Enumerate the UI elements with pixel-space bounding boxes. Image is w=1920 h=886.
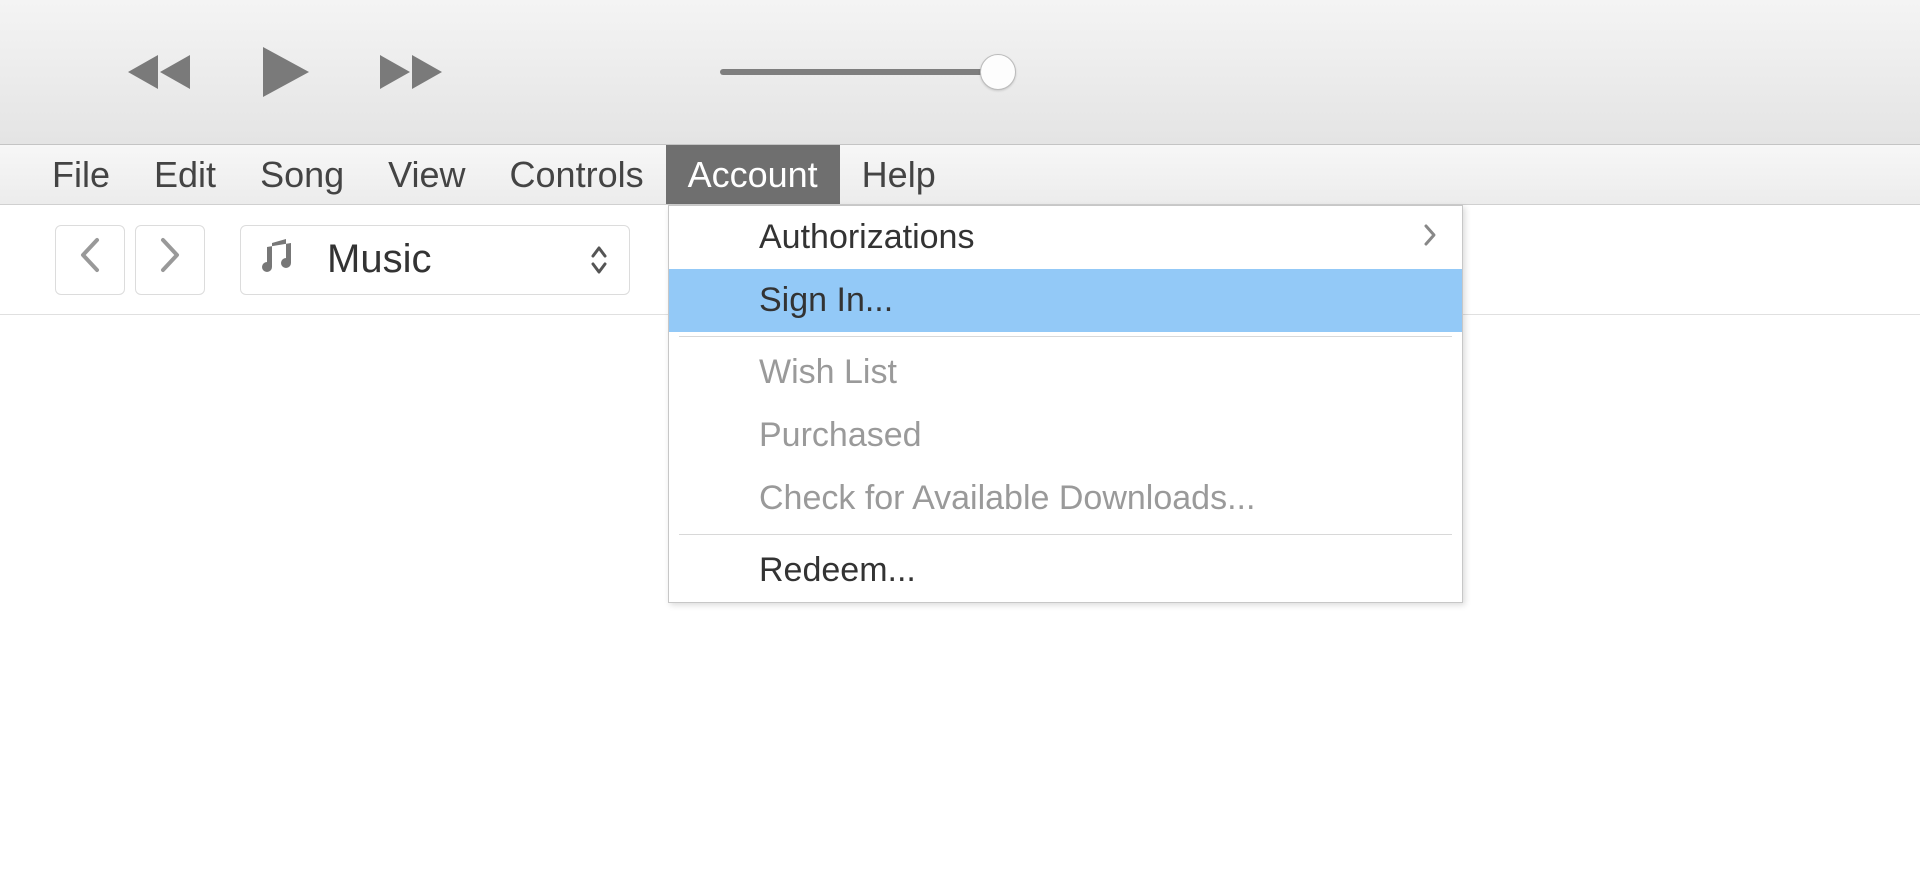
menu-edit[interactable]: Edit bbox=[132, 145, 238, 204]
menu-account[interactable]: Account bbox=[666, 145, 840, 204]
menu-file[interactable]: File bbox=[30, 145, 132, 204]
library-selector[interactable]: Music bbox=[240, 225, 630, 295]
next-track-icon[interactable] bbox=[375, 50, 447, 94]
menu-item-label: Check for Available Downloads... bbox=[759, 479, 1255, 518]
nav-back-button[interactable] bbox=[55, 225, 125, 295]
menu-view[interactable]: View bbox=[366, 145, 487, 204]
menu-item-purchased: Purchased bbox=[669, 404, 1462, 467]
menu-item-wish-list: Wish List bbox=[669, 341, 1462, 404]
volume-slider[interactable] bbox=[720, 69, 1000, 75]
chevron-left-icon bbox=[79, 237, 101, 283]
playback-controls bbox=[125, 43, 447, 101]
account-dropdown-menu: Authorizations Sign In... Wish List Purc… bbox=[668, 205, 1463, 603]
menu-song[interactable]: Song bbox=[238, 145, 366, 204]
library-label: Music bbox=[327, 237, 431, 282]
menu-controls[interactable]: Controls bbox=[488, 145, 666, 204]
menu-item-label: Authorizations bbox=[759, 218, 974, 257]
nav-forward-button[interactable] bbox=[135, 225, 205, 295]
menu-item-check-downloads: Check for Available Downloads... bbox=[669, 467, 1462, 530]
chevron-right-icon bbox=[1423, 221, 1437, 255]
menu-item-redeem[interactable]: Redeem... bbox=[669, 539, 1462, 602]
menu-item-label: Wish List bbox=[759, 353, 897, 392]
playback-toolbar bbox=[0, 0, 1920, 145]
volume-track bbox=[720, 69, 1000, 75]
menu-item-label: Purchased bbox=[759, 416, 922, 455]
volume-thumb[interactable] bbox=[980, 54, 1016, 90]
stepper-icon bbox=[589, 243, 609, 277]
music-note-icon bbox=[261, 237, 297, 282]
menu-separator bbox=[679, 534, 1452, 535]
menu-help[interactable]: Help bbox=[840, 145, 958, 204]
menu-separator bbox=[679, 336, 1452, 337]
menu-item-authorizations[interactable]: Authorizations bbox=[669, 206, 1462, 269]
play-icon[interactable] bbox=[257, 43, 315, 101]
menu-item-sign-in[interactable]: Sign In... bbox=[669, 269, 1462, 332]
previous-track-icon[interactable] bbox=[125, 50, 197, 94]
menu-item-label: Redeem... bbox=[759, 551, 916, 590]
chevron-right-icon bbox=[159, 237, 181, 283]
menu-item-label: Sign In... bbox=[759, 281, 893, 320]
menubar: File Edit Song View Controls Account Hel… bbox=[0, 145, 1920, 205]
